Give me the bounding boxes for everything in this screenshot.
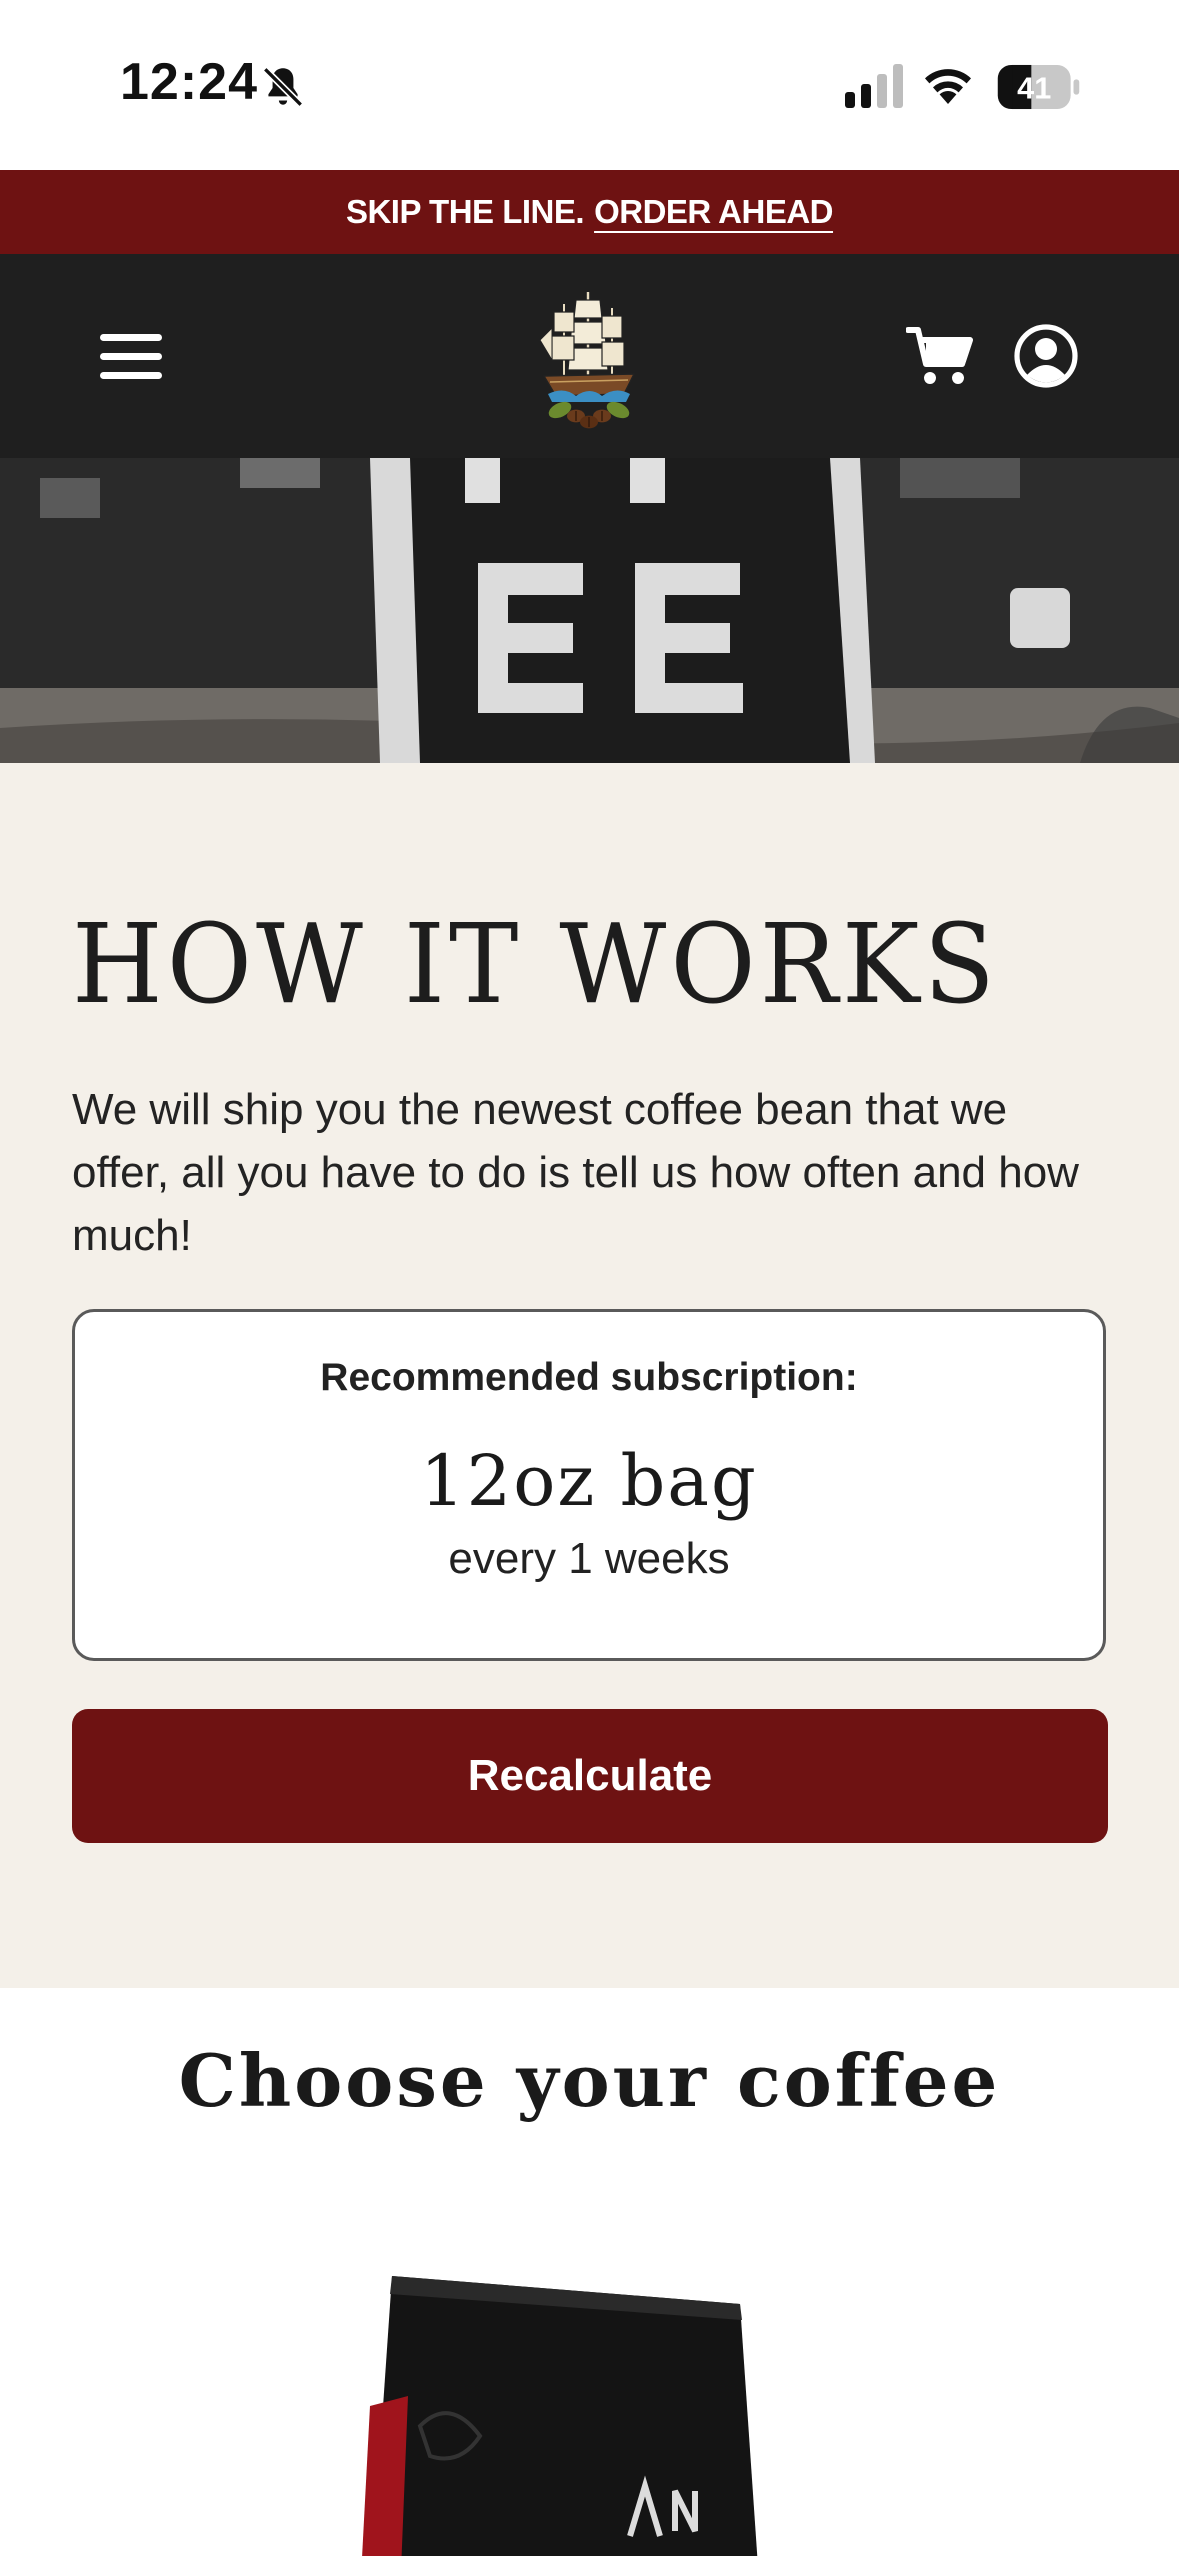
how-it-works-section: HOW IT WORKS We will ship you the newest… [0,763,1179,1988]
battery-icon: 41 [997,64,1080,110]
bell-off-icon [262,66,304,108]
subscription-size: 12oz bag [420,1440,758,1522]
menu-icon[interactable] [96,326,166,386]
promo-text: SKIP THE LINE. [345,193,585,230]
wifi-icon [925,69,971,104]
ship-logo[interactable] [536,284,642,430]
status-bar: 12:24 41 [0,0,1179,170]
coffee-bag-image[interactable] [360,2276,820,2556]
account-icon[interactable] [1014,324,1078,388]
site-header [0,254,1179,458]
hero-image [0,458,1179,763]
how-it-works-title: HOW IT WORKS [72,899,999,1029]
order-ahead-link[interactable]: ORDER AHEAD [594,193,833,231]
choose-coffee-section: Choose your coffee [0,1988,1179,2556]
hero-sign-photo [0,458,1179,763]
cellular-signal-icon [845,64,903,108]
choose-coffee-title: Choose your coffee [178,2038,1001,2123]
how-it-works-description: We will ship you the newest coffee bean … [72,1085,1079,1260]
subscription-frequency: every 1 weeks [448,1534,730,1583]
recalculate-button[interactable]: Recalculate [72,1709,1108,1843]
status-time: 12:24 [120,53,258,111]
recommended-subscription-label: Recommended subscription: [320,1356,858,1399]
promo-banner: SKIP THE LINE. ORDER AHEAD [0,170,1179,254]
battery-level: 41 [1017,72,1051,106]
cart-icon[interactable] [906,324,974,388]
recommended-subscription-card: Recommended subscription: 12oz bag every… [72,1309,1106,1661]
